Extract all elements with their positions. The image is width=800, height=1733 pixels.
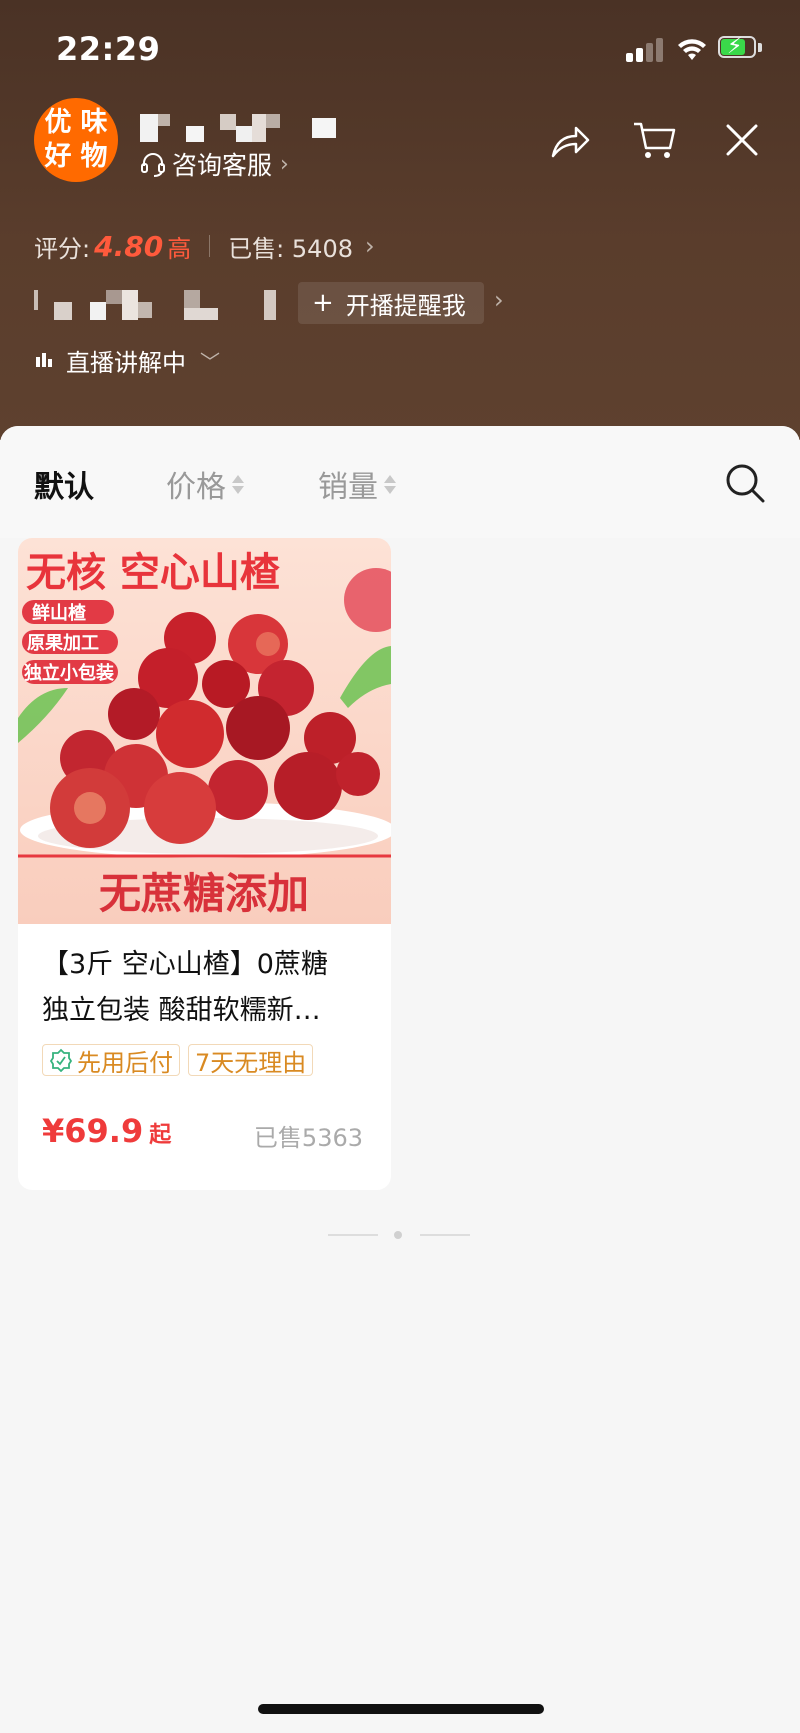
shop-header: 22:29 ⚡ 优 味 好 物 咨询客服 › 评分: 4.80 高 已售: 54… [0,0,800,440]
price-amount: ¥69.9 [42,1112,144,1150]
cart-icon[interactable] [632,118,676,162]
chevron-down-icon: ﹀ [200,349,220,374]
live-remind-label: 开播提醒我 [345,291,466,320]
cellular-signal-icon [626,36,666,62]
image-footer: 无蔗糖添加 [99,869,309,918]
product-title[interactable]: 【3斤 空心山楂】0蔗糖 独立包装 酸甜软糯新… [42,942,382,1034]
price-suffix: 起 [149,1123,172,1148]
close-icon[interactable] [720,118,764,162]
shop-meta-row[interactable]: 评分: 4.80 高 已售: 5408 › [34,228,375,264]
share-icon[interactable] [548,118,592,162]
live-remind-button[interactable]: + 开播提醒我 [298,282,484,324]
sort-arrows-icon [232,474,244,494]
rating-label: 评分: [34,234,91,263]
wifi-icon [678,39,706,60]
image-tag-2: 原果加工 [27,633,99,654]
product-sold-count: 已售5363 [253,1124,363,1152]
product-card[interactable]: 无核 空心山楂 鲜山楂 原果加工 独立小包装 无蔗糖添加 【3斤 空心山楂】0蔗… [18,538,391,1190]
status-bar: 22:29 ⚡ [0,0,800,100]
chevron-right-icon: › [364,232,375,260]
return-policy-tag: 7天无理由 [188,1044,314,1077]
pay-later-icon [49,1048,73,1072]
live-status-label: 直播讲解中 [66,348,186,377]
anchor-name-pixelated [34,288,284,320]
image-tag-3: 独立小包装 [24,662,114,684]
home-indicator[interactable] [258,1704,544,1714]
status-time: 22:29 [56,30,161,68]
sort-arrows-icon [384,474,396,494]
customer-service-label: 咨询客服 [172,151,273,180]
live-status[interactable]: 直播讲解中 ﹀ [36,342,220,378]
live-bars-icon [36,353,54,367]
product-price: ¥69.9 起 [42,1112,171,1150]
chevron-right-icon[interactable]: › [494,286,504,314]
shop-logo[interactable]: 优 味 好 物 [34,98,118,182]
rating-value: 4.80 [94,229,164,263]
product-image[interactable]: 无核 空心山楂 鲜山楂 原果加工 独立小包装 无蔗糖添加 [18,538,391,924]
plus-icon: + [312,288,334,318]
sort-default-tab[interactable]: 默认 [34,462,94,506]
search-icon[interactable] [724,462,766,504]
sort-price-tab[interactable]: 价格 [166,462,244,506]
headset-icon [141,153,165,177]
rating-level: 高 [167,234,192,263]
pay-later-tag: 先用后付 [42,1044,180,1077]
product-tags: 先用后付 7天无理由 [42,1044,321,1077]
sort-sales-tab[interactable]: 销量 [318,462,396,506]
divider [209,235,211,257]
shop-sold-count: 已售: 5408 [228,234,353,263]
list-end-divider [328,1230,470,1240]
image-tag-1: 鲜山楂 [32,602,87,624]
chevron-right-icon: › [280,151,289,177]
customer-service-link[interactable]: 咨询客服 › [140,146,289,182]
image-headline: 无核 空心山楂 [26,550,280,596]
sort-bar: 默认 价格 销量 [0,426,800,538]
battery-charging-icon: ⚡ [718,34,764,62]
shop-name-pixelated[interactable] [140,112,340,144]
